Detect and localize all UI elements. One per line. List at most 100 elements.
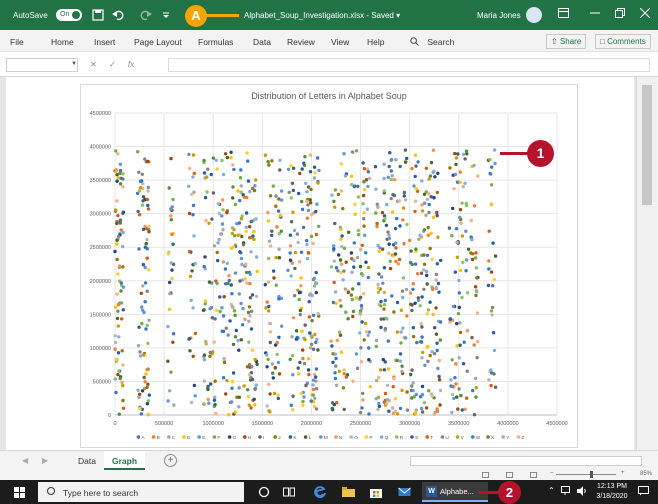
data-point-y [365, 207, 369, 211]
zoom-slider-thumb[interactable] [590, 471, 593, 478]
user-name[interactable]: Maria Jones [477, 11, 521, 20]
redo-icon[interactable] [138, 9, 152, 21]
data-point-u [306, 203, 310, 207]
cortana-icon[interactable] [258, 486, 270, 498]
chart[interactable]: Distribution of Letters in Alphabet Soup… [80, 84, 578, 448]
chevron-down-icon[interactable]: ▼ [71, 61, 77, 67]
vertical-scroll-thumb[interactable] [642, 85, 652, 205]
legend-marker-z [516, 435, 521, 439]
data-point-r [474, 266, 479, 270]
formula-input[interactable] [168, 58, 650, 72]
network-icon[interactable] [561, 486, 572, 498]
undo-icon[interactable] [112, 9, 126, 21]
customize-icon[interactable] [162, 9, 170, 21]
legend-marker-d [182, 435, 186, 439]
sheet-tab-data[interactable]: Data [70, 451, 104, 470]
data-point-d [229, 156, 233, 160]
sheet-tab-graph[interactable]: Graph [104, 451, 146, 470]
vertical-scrollbar[interactable] [636, 77, 658, 450]
data-point-q [431, 170, 435, 175]
volume-icon[interactable] [577, 486, 588, 498]
data-point-i [472, 413, 477, 417]
zoom-in-button[interactable]: + [621, 470, 625, 476]
minimize-icon[interactable] [590, 8, 600, 21]
close-icon[interactable] [639, 7, 651, 21]
name-box[interactable]: ▼ [6, 58, 78, 72]
cancel-icon[interactable]: ✕ [90, 60, 97, 69]
data-point-u [383, 326, 388, 331]
tab-next-icon[interactable]: ▶ [42, 456, 48, 465]
legend-marker-t [425, 435, 430, 439]
zoom-slider[interactable] [556, 474, 616, 475]
horizontal-scrollbar[interactable] [410, 456, 642, 466]
data-point-l [144, 241, 148, 246]
zoom-level[interactable]: 85% [640, 471, 652, 477]
data-point-f [301, 399, 305, 404]
data-point-r [337, 330, 342, 334]
data-point-t [465, 396, 469, 400]
store-icon[interactable] [370, 486, 382, 498]
data-point-k [141, 227, 146, 231]
tab-view[interactable]: View [331, 37, 349, 47]
data-point-a [383, 298, 387, 303]
data-point-p [203, 299, 208, 303]
data-point-g [271, 376, 275, 380]
legend-marker-v [455, 435, 460, 439]
task-view-icon[interactable] [283, 486, 295, 498]
add-sheet-button[interactable]: + [164, 454, 177, 467]
data-point-x [349, 293, 354, 297]
system-clock[interactable]: 12:13 PM 3/18/2020 [596, 482, 628, 502]
data-point-d [339, 237, 343, 241]
windows-start-icon[interactable] [14, 487, 25, 498]
data-point-u [298, 312, 302, 317]
data-point-o [376, 282, 380, 287]
tab-prev-icon[interactable]: ◀ [22, 456, 28, 465]
data-point-d [414, 411, 418, 415]
zoom-out-button[interactable]: – [550, 470, 553, 476]
tab-review[interactable]: Review [287, 37, 315, 47]
taskbar-search-box[interactable]: Type here to search [38, 482, 244, 502]
chevron-up-icon[interactable]: ⌃ [548, 486, 555, 495]
autosave-toggle[interactable]: On [56, 9, 82, 21]
comments-button[interactable]: □ Comments [595, 34, 651, 49]
file-explorer-icon[interactable] [342, 486, 355, 498]
tab-help[interactable]: Help [367, 37, 384, 47]
document-title[interactable]: Alphabet_Soup_Investigation.xlsx - Saved… [244, 11, 400, 20]
data-point-k [121, 210, 126, 214]
data-point-t [307, 315, 312, 319]
restore-icon[interactable] [615, 8, 625, 21]
tab-insert[interactable]: Insert [94, 37, 115, 47]
tab-page-layout[interactable]: Page Layout [134, 37, 182, 47]
ribbon-search[interactable]: Search [410, 37, 454, 47]
save-icon[interactable] [92, 9, 104, 21]
data-point-x [117, 412, 121, 416]
data-point-v [454, 156, 459, 160]
normal-view-icon[interactable] [482, 472, 489, 478]
data-point-e [332, 244, 336, 248]
tab-home[interactable]: Home [51, 37, 74, 47]
tab-formulas[interactable]: Formulas [198, 37, 233, 47]
page-break-view-icon[interactable] [530, 472, 537, 478]
data-point-j [121, 398, 125, 403]
ribbon-tabs: File Home Insert Page Layout Formulas Da… [0, 30, 658, 52]
data-point-s [461, 362, 466, 366]
data-point-g [413, 301, 417, 305]
insert-function-icon[interactable]: fx [128, 60, 134, 69]
data-point-g [337, 253, 341, 257]
ribbon-display-icon[interactable] [558, 8, 569, 21]
notifications-icon[interactable] [638, 486, 649, 498]
data-point-s [277, 335, 281, 339]
page-layout-view-icon[interactable] [506, 472, 513, 478]
tab-file[interactable]: File [10, 37, 24, 47]
data-point-c [308, 292, 313, 296]
mail-icon[interactable] [398, 486, 411, 498]
tab-data[interactable]: Data [253, 37, 271, 47]
data-point-i [420, 410, 425, 414]
avatar[interactable] [526, 7, 542, 23]
edge-browser-icon[interactable] [314, 486, 326, 498]
data-point-l [213, 402, 217, 407]
enter-icon[interactable]: ✓ [109, 60, 116, 69]
share-button[interactable]: ⇧ Share [546, 34, 587, 49]
data-point-o [189, 400, 194, 405]
data-point-c [385, 398, 390, 402]
